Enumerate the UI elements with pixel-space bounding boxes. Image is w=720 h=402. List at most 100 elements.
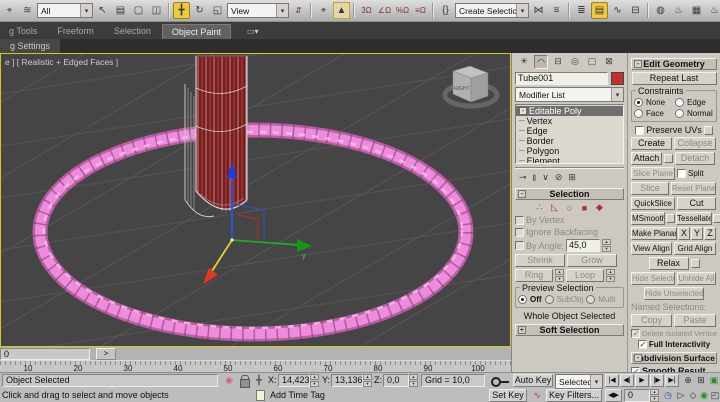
viewport-label[interactable]: e ] [ Realistic + Edged Faces ] [5, 57, 118, 67]
loop-button[interactable]: Loop [566, 269, 604, 282]
spinner-up-icon[interactable]: ▲ [310, 374, 319, 380]
detach-button[interactable]: Detach [675, 152, 715, 165]
vertex-subobject-icon[interactable]: ∴ [533, 202, 546, 213]
cut-button[interactable]: Cut [677, 197, 716, 210]
schematic-view-icon[interactable]: ⊟ [627, 2, 644, 19]
modifier-stack[interactable]: - Editable Poly ─Vertex ─Edge ─Border ─P… [515, 104, 624, 164]
rendered-frame-window-icon[interactable]: ▦ [688, 2, 705, 19]
rollout-collapse-icon[interactable]: - [634, 354, 642, 362]
spinner-up-icon[interactable]: ▲ [555, 269, 564, 275]
tab-freeform[interactable]: Freeform [48, 24, 103, 39]
unhide-all-button[interactable]: Unhide All [677, 272, 716, 285]
full-interactivity-checkbox[interactable]: ✓ [638, 340, 647, 349]
dropdown-arrow-icon[interactable]: ▾ [276, 4, 288, 17]
spinner-down-icon[interactable]: ▼ [409, 381, 418, 387]
preserve-uvs-settings-button[interactable] [704, 126, 713, 135]
time-config-icon[interactable]: ◷ [661, 389, 675, 402]
spinner-down-icon[interactable]: ▼ [650, 396, 659, 402]
preview-multi-radio[interactable] [586, 295, 595, 304]
loop-spinner[interactable]: ▲▼ [606, 269, 615, 282]
slice-plane-button[interactable]: Slice Plane [631, 167, 675, 180]
z-coordinate-field[interactable]: 0,0 [383, 374, 409, 387]
reference-coordinate-dropdown[interactable]: View ▾ [227, 3, 289, 18]
edge-subobject-icon[interactable]: ◺ [548, 202, 561, 213]
dropdown-arrow-icon[interactable]: ▾ [80, 4, 92, 17]
viewcube-face-label[interactable]: RIGHT [454, 86, 470, 92]
utilities-tab-icon[interactable]: ⊠ [602, 55, 616, 69]
selection-set-keys-dropdown[interactable]: Selected ▾ [555, 374, 603, 389]
time-slider-handle[interactable]: 0 [0, 348, 90, 360]
collapse-button[interactable]: Collapse [674, 137, 716, 150]
rollout-collapse-icon[interactable]: - [634, 60, 642, 68]
frame-spinner[interactable]: ▲▼ [650, 389, 659, 402]
select-and-move-icon[interactable]: ╋ [173, 2, 190, 19]
ring-button[interactable]: Ring [515, 269, 553, 282]
planar-x-button[interactable]: X [678, 227, 690, 240]
msmooth-button[interactable]: MSmooth [631, 212, 665, 225]
rectangular-selection-region-icon[interactable]: ▢ [130, 2, 147, 19]
by-angle-spinner[interactable]: ▲▼ [602, 239, 611, 252]
select-and-rotate-icon[interactable]: ↻ [191, 2, 208, 19]
add-time-tag-label[interactable]: Add Time Tag [270, 388, 325, 402]
split-checkbox[interactable] [677, 169, 686, 178]
planar-z-button[interactable]: Z [704, 227, 716, 240]
render-setup-icon[interactable]: ♨ [670, 2, 687, 19]
perspective-viewport[interactable]: y RIGHT e ] [ Realistic + Edged Faces ] [0, 53, 511, 347]
ribbon-minimize-icon[interactable]: ▭▾ [247, 24, 259, 39]
preview-off-radio[interactable] [518, 295, 527, 304]
spinner-down-icon[interactable]: ▼ [602, 246, 611, 252]
maximize-viewport-icon[interactable]: ◰ [708, 389, 720, 402]
scene-explorer-icon[interactable]: ▤ [591, 2, 608, 19]
grid-align-button[interactable]: Grid Align [674, 242, 716, 255]
spinner-up-icon[interactable]: ▲ [602, 239, 611, 245]
percent-snap-icon[interactable]: %Ω [394, 2, 411, 19]
spinner-up-icon[interactable]: ▲ [650, 389, 659, 395]
goto-start-button[interactable]: |◀ [605, 374, 619, 387]
mirror-icon[interactable]: ⋈ [530, 2, 547, 19]
material-editor-icon[interactable]: ◍ [652, 2, 669, 19]
constraint-none-radio[interactable] [634, 98, 643, 107]
spinner-snap-icon[interactable]: ≡Ω [412, 2, 429, 19]
hierarchy-tab-icon[interactable]: ⊟ [551, 55, 565, 69]
shrink-button[interactable]: Shrink [515, 254, 565, 267]
zoom-all-icon[interactable]: ⊞ [694, 374, 708, 387]
window-selection-icon[interactable]: ◫ [148, 2, 165, 19]
grow-button[interactable]: Grow [567, 254, 617, 267]
modifier-list-dropdown[interactable]: Modifier List ▾ [515, 87, 624, 102]
set-key-curve-icon[interactable]: ∿ [530, 389, 544, 402]
relax-settings-button[interactable] [691, 259, 700, 268]
collapse-box-icon[interactable]: - [519, 107, 527, 115]
x-coordinate-field[interactable]: 14,423 [278, 374, 310, 387]
key-filters-button[interactable]: Key Filters... [546, 389, 602, 402]
tube-object[interactable] [185, 56, 247, 217]
object-name-field[interactable]: Tube001 [515, 72, 608, 85]
tab-modeling-tools[interactable]: g Tools [0, 24, 46, 39]
dropdown-arrow-icon[interactable]: ▾ [516, 4, 528, 17]
selection-rollout-header[interactable]: - Selection [515, 188, 624, 200]
dropdown-arrow-icon[interactable]: ▾ [611, 88, 623, 101]
tab-selection[interactable]: Selection [105, 24, 160, 39]
stack-item-border[interactable]: ─Border [516, 136, 623, 146]
selection-lock-icon[interactable] [238, 374, 250, 387]
attach-button[interactable]: Attach [631, 152, 662, 165]
quickslice-button[interactable]: QuickSlice [631, 197, 675, 210]
by-vertex-checkbox[interactable] [515, 216, 524, 225]
by-angle-field[interactable]: 45,0 [566, 239, 600, 252]
configure-modifier-sets-icon[interactable]: ⊞ [568, 172, 576, 183]
set-key-button[interactable]: Set Key [489, 389, 527, 402]
isolate-selection-icon[interactable]: ◉ [222, 374, 236, 387]
paste-button[interactable]: Paste [674, 314, 716, 327]
ring-spinner[interactable]: ▲▼ [555, 269, 564, 282]
y-spinner[interactable]: ▲▼ [363, 374, 372, 387]
show-end-result-icon[interactable]: ‖ [533, 173, 537, 183]
by-angle-checkbox[interactable] [515, 241, 524, 250]
dropdown-arrow-icon[interactable]: ▾ [590, 375, 602, 388]
spinner-up-icon[interactable]: ▲ [409, 374, 418, 380]
select-and-scale-icon[interactable]: ◱ [209, 2, 226, 19]
next-frame-step-button[interactable]: > [96, 348, 116, 360]
preview-subobj-radio[interactable] [545, 295, 554, 304]
curve-editor-icon[interactable]: ∿ [609, 2, 626, 19]
play-button[interactable]: ▶ [635, 374, 649, 387]
polygon-subobject-icon[interactable]: ■ [578, 203, 591, 213]
spinner-down-icon[interactable]: ▼ [363, 381, 372, 387]
